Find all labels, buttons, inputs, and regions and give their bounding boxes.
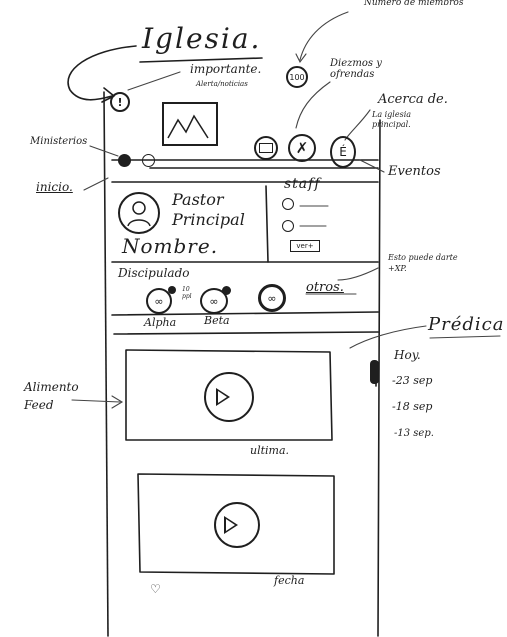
staff-member-1[interactable] (282, 198, 294, 210)
sermons-label: Prédica (428, 314, 505, 335)
latest-sermon-label: ultima. (250, 444, 290, 457)
staff-more-button[interactable]: ver+ (290, 240, 320, 252)
sermon-date-scroll-thumb[interactable] (370, 360, 379, 384)
staff-label: staff (284, 176, 321, 192)
staff-more-label: ver+ (296, 242, 314, 250)
sermon-play-button[interactable] (214, 502, 260, 548)
alert-note: Alerta/noticias (196, 80, 248, 88)
ministries-nav-dot[interactable] (142, 154, 155, 167)
about-subnote: La iglesia principal. (372, 110, 412, 129)
ministries-label: Ministerios (30, 136, 88, 147)
about-button[interactable]: ✗ (288, 134, 316, 162)
latest-sermon-play-button[interactable] (204, 372, 254, 422)
header-image (162, 102, 218, 146)
beta-label: Beta (204, 314, 230, 327)
sermon-date-today[interactable]: Hoy. (394, 348, 421, 362)
person-icon (127, 201, 151, 227)
discipleship-note: Esto puede darte +XP. (388, 253, 458, 273)
group-icon: ∞ (154, 294, 164, 308)
others-link[interactable]: otros. (306, 280, 344, 295)
pastor-name: Nombre. (122, 234, 219, 258)
members-count-value: 100 (289, 72, 305, 82)
alert-icon[interactable]: ! (110, 92, 130, 112)
sermon-date-4[interactable]: -13 sep. (394, 428, 434, 439)
events-icon: É (339, 145, 347, 159)
app-title: Iglesia. (142, 22, 262, 55)
heart-icon[interactable]: ♡ (150, 582, 161, 596)
alpha-badge-dot (168, 286, 176, 294)
sermon-date-label: fecha (274, 574, 305, 587)
events-button[interactable]: É (330, 136, 356, 168)
about-note: Acerca de. (378, 92, 448, 107)
events-label: Eventos (388, 164, 441, 179)
cross-icon: ✗ (295, 139, 309, 157)
wallet-icon (259, 143, 273, 153)
home-label: inicio. (36, 180, 73, 194)
feed-note: Alimento Feed (24, 380, 79, 412)
image-placeholder-icon (167, 114, 209, 139)
group-icon: ∞ (267, 291, 277, 305)
alpha-badge-count: 10 ppl (182, 286, 192, 300)
home-nav-dot[interactable] (118, 154, 131, 167)
members-count-note: Número de miembros (364, 0, 464, 8)
sermon-date-2[interactable]: -23 sep (392, 374, 432, 387)
sermon-date-3[interactable]: -18 sep (392, 400, 432, 413)
members-count-badge[interactable]: 100 (286, 66, 308, 88)
staff-member-2[interactable] (282, 220, 294, 232)
beta-badge-dot (222, 286, 231, 295)
play-icon (215, 388, 230, 406)
pastor-title: Pastor Principal (172, 190, 245, 229)
importante-note: importante. (190, 62, 262, 76)
other-group-button[interactable]: ∞ (258, 284, 286, 312)
alpha-label: Alpha (144, 316, 177, 329)
play-icon (223, 516, 238, 534)
group-icon: ∞ (209, 294, 219, 308)
donations-note: Diezmos y ofrendas (330, 58, 382, 80)
donations-button[interactable] (254, 136, 278, 160)
pastor-avatar[interactable] (118, 192, 160, 234)
discipleship-label: Discipulado (118, 266, 190, 280)
